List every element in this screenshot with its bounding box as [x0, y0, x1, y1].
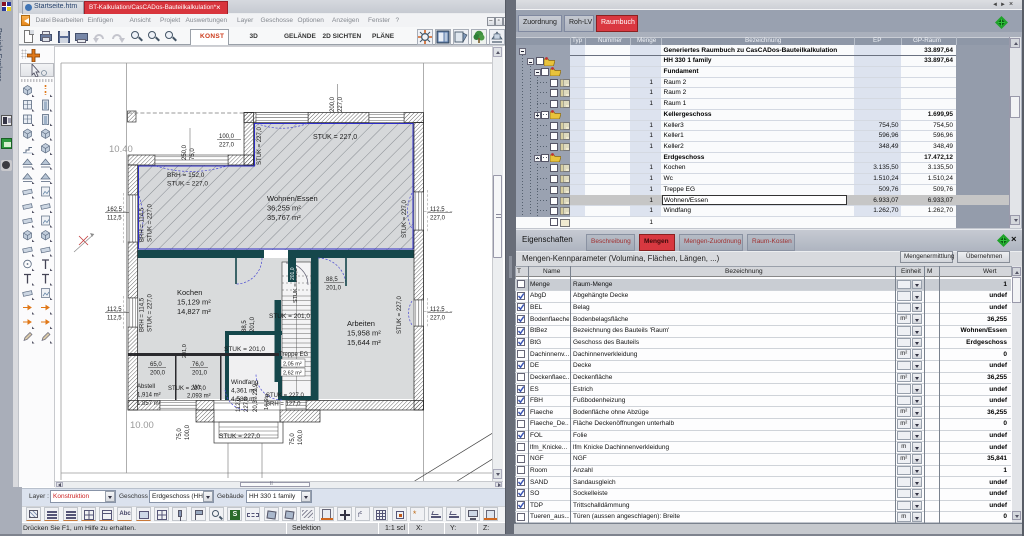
svg-text:1,857 m²: 1,857 m²	[137, 401, 161, 407]
svg-text:2,62 m²: 2,62 m²	[283, 371, 302, 377]
svg-text:Abstell: Abstell	[137, 384, 155, 390]
svg-text:STUK = 227,0: STUK = 227,0	[313, 134, 357, 141]
svg-text:2,093 m²: 2,093 m²	[187, 394, 211, 400]
svg-text:201,0: 201,0	[250, 316, 256, 332]
svg-text:201,0: 201,0	[192, 371, 208, 377]
svg-text:STUK = 227,0: STUK = 227,0	[402, 199, 408, 238]
svg-text:Wohnen/Essen: Wohnen/Essen	[267, 194, 318, 203]
svg-text:88,5: 88,5	[326, 277, 338, 283]
svg-text:Treppe EG: Treppe EG	[279, 352, 308, 358]
svg-text:20,3 / 22,9: 20,3 / 22,9	[253, 383, 259, 412]
svg-text:STUK = 227,0: STUK = 227,0	[219, 433, 260, 440]
svg-text:100,0: 100,0	[298, 429, 304, 445]
svg-text:Arbeiten: Arbeiten	[347, 319, 375, 328]
svg-text:201,0: 201,0	[182, 344, 188, 358]
svg-text:76,0: 76,0	[192, 362, 204, 368]
svg-text:Kochen: Kochen	[177, 288, 202, 297]
svg-text:112,5: 112,5	[107, 216, 122, 222]
svg-text:112,5: 112,5	[107, 316, 122, 322]
svg-text:STUK = 227,0: STUK = 227,0	[148, 293, 154, 332]
svg-text:162,5: 162,5	[107, 207, 123, 213]
svg-text:STUK = 227,0: STUK = 227,0	[257, 126, 263, 165]
svg-text:BRH = 114,5: BRH = 114,5	[140, 297, 146, 332]
svg-text:200,0: 200,0	[330, 96, 336, 112]
svg-text:200,0: 200,0	[150, 371, 166, 377]
svg-text:65,0: 65,0	[150, 362, 162, 368]
svg-text:STUK = 227,0: STUK = 227,0	[168, 386, 207, 392]
svg-text:STUK = 201,0: STUK = 201,0	[224, 346, 265, 353]
svg-text:100,0: 100,0	[219, 134, 235, 140]
svg-text:88,5: 88,5	[242, 320, 248, 332]
svg-text:BRH = 114,5: BRH = 114,5	[140, 207, 146, 242]
svg-text:112,0: 112,0	[236, 397, 242, 412]
svg-text:112,5: 112,5	[430, 307, 445, 313]
svg-text:1,914 m²: 1,914 m²	[137, 393, 161, 399]
svg-text:227,0: 227,0	[244, 396, 250, 412]
svg-text:BRH = 127,0: BRH = 127,0	[266, 402, 301, 408]
svg-text:15,958 m²: 15,958 m²	[347, 329, 381, 338]
svg-text:112,5: 112,5	[430, 207, 445, 213]
svg-text:10.00: 10.00	[130, 420, 154, 431]
svg-text:112,5: 112,5	[107, 307, 122, 313]
svg-text:201,0: 201,0	[290, 267, 296, 280]
svg-text:STUK = 227,0: STUK = 227,0	[397, 295, 403, 334]
svg-text:75,0: 75,0	[290, 433, 296, 445]
svg-text:STUK = 227,0: STUK = 227,0	[266, 393, 305, 399]
svg-text:STUK = 201,0: STUK = 201,0	[269, 313, 310, 320]
svg-text:BRH = 152,0: BRH = 152,0	[167, 172, 205, 179]
svg-text:75,0: 75,0	[190, 148, 196, 160]
svg-text:201,0: 201,0	[326, 286, 342, 292]
svg-text:2,05 m²: 2,05 m²	[283, 362, 302, 368]
svg-text:75,0: 75,0	[177, 428, 183, 440]
svg-text:14,827 m²: 14,827 m²	[177, 307, 211, 316]
svg-text:227,0: 227,0	[338, 96, 344, 112]
svg-text:227,0: 227,0	[430, 216, 446, 222]
svg-text:250,0: 250,0	[182, 144, 188, 160]
svg-text:STUK = 227,0: STUK = 227,0	[167, 181, 208, 188]
svg-text:100,0: 100,0	[185, 424, 191, 440]
svg-text:STUK = 227,0: STUK = 227,0	[148, 203, 154, 242]
svg-text:227,0: 227,0	[219, 143, 235, 149]
svg-text:36,255 m²: 36,255 m²	[267, 204, 301, 213]
svg-text:35,767 m²: 35,767 m²	[267, 213, 301, 222]
svg-text:227,0: 227,0	[430, 316, 446, 322]
svg-text:10.40: 10.40	[109, 144, 133, 155]
svg-text:15,129 m²: 15,129 m²	[177, 298, 211, 307]
svg-text:15,644 m²: 15,644 m²	[347, 338, 381, 347]
